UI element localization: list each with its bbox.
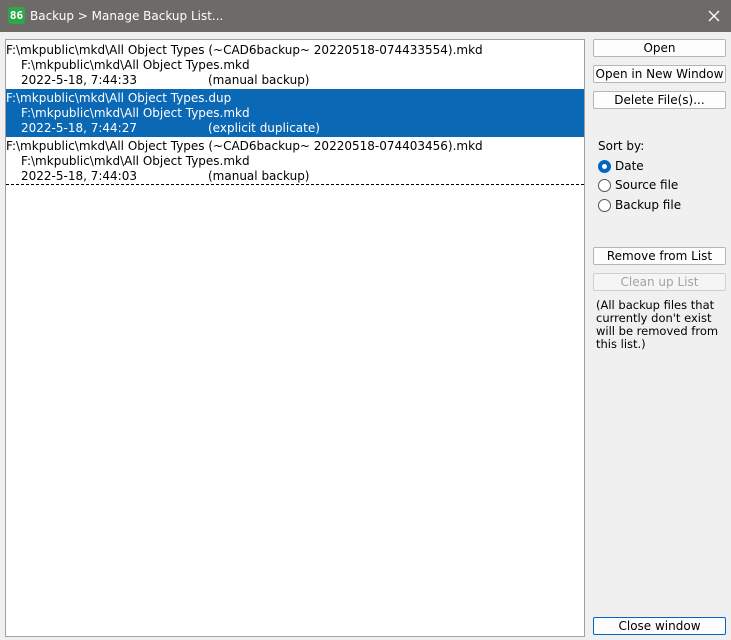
sort-source-file-radio[interactable]: Source file xyxy=(598,178,728,194)
window-title: Backup > Manage Backup List... xyxy=(30,9,224,23)
backup-type: (manual backup) xyxy=(208,73,310,87)
source-file-path: F:\mkpublic\mkd\All Object Types.mkd xyxy=(21,106,250,120)
backup-date: 2022-5-18, 7:44:03 xyxy=(21,169,137,183)
sort-by-label: Sort by: xyxy=(598,139,645,153)
backup-date: 2022-5-18, 7:44:33 xyxy=(21,73,137,87)
backup-type: (explicit duplicate) xyxy=(208,121,320,135)
radio-unchecked-icon xyxy=(598,199,611,212)
sort-date-label: Date xyxy=(615,159,644,173)
list-item-focused[interactable]: F:\mkpublic\mkd\All Object Types (~CAD6b… xyxy=(6,137,584,185)
backup-date: 2022-5-18, 7:44:27 xyxy=(21,121,137,135)
app-icon: 86 xyxy=(8,7,25,24)
source-file-path: F:\mkpublic\mkd\All Object Types.mkd xyxy=(21,58,250,72)
open-button[interactable]: Open xyxy=(593,39,726,57)
remove-from-list-button[interactable]: Remove from List xyxy=(593,247,726,265)
list-item[interactable]: F:\mkpublic\mkd\All Object Types (~CAD6b… xyxy=(6,41,584,89)
delete-files-button[interactable]: Delete File(s)... xyxy=(593,91,726,109)
dialog-body: F:\mkpublic\mkd\All Object Types (~CAD6b… xyxy=(0,32,731,640)
backup-type: (manual backup) xyxy=(208,169,310,183)
cleanup-note: (All backup files that currently don't e… xyxy=(596,298,719,351)
backup-list[interactable]: F:\mkpublic\mkd\All Object Types (~CAD6b… xyxy=(5,39,585,637)
backup-file-path: F:\mkpublic\mkd\All Object Types (~CAD6b… xyxy=(6,43,483,57)
radio-checked-icon xyxy=(598,160,611,173)
close-window-button[interactable]: Close window xyxy=(593,617,726,635)
close-icon[interactable] xyxy=(701,4,727,28)
sort-date-radio[interactable]: Date xyxy=(598,159,728,175)
sort-backup-file-label: Backup file xyxy=(615,198,682,212)
title-bar: 86 Backup > Manage Backup List... xyxy=(0,0,731,32)
backup-file-path: F:\mkpublic\mkd\All Object Types (~CAD6b… xyxy=(6,139,483,153)
radio-unchecked-icon xyxy=(598,179,611,192)
open-new-window-button[interactable]: Open in New Window xyxy=(593,65,726,83)
sort-backup-file-radio[interactable]: Backup file xyxy=(598,198,728,214)
clean-up-list-button[interactable]: Clean up List xyxy=(593,273,726,291)
source-file-path: F:\mkpublic\mkd\All Object Types.mkd xyxy=(21,154,250,168)
backup-file-path: F:\mkpublic\mkd\All Object Types.dup xyxy=(6,91,232,105)
sort-source-file-label: Source file xyxy=(615,178,679,192)
list-item-selected[interactable]: F:\mkpublic\mkd\All Object Types.dup F:\… xyxy=(6,89,584,137)
